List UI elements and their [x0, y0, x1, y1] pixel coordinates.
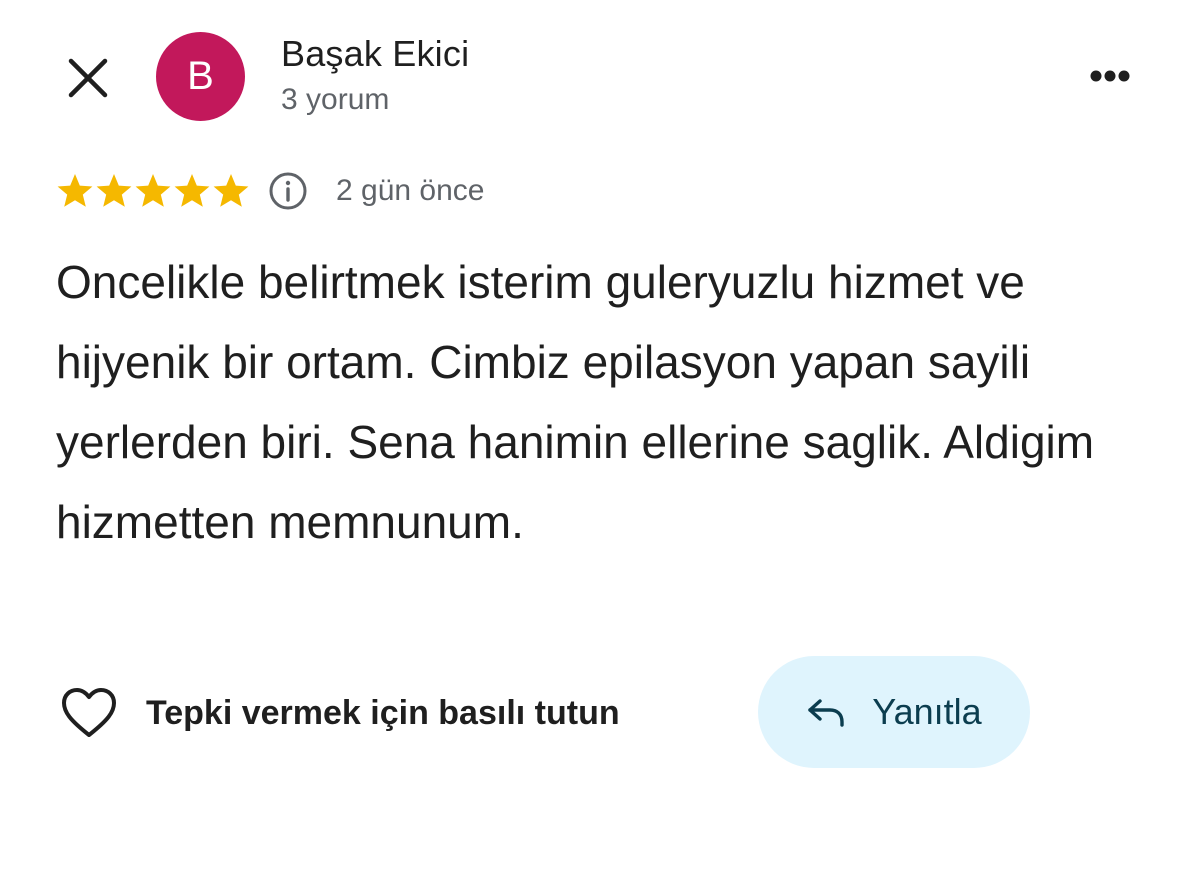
avatar[interactable]: B [156, 32, 245, 121]
rating-row: 2 gün önce [56, 166, 484, 216]
react-button[interactable]: Tepki vermek için basılı tutun [60, 683, 620, 743]
star-icon [96, 174, 132, 207]
info-icon[interactable] [268, 171, 308, 211]
star-icon [135, 174, 171, 207]
react-label: Tepki vermek için basılı tutun [146, 693, 620, 732]
close-button[interactable] [62, 52, 114, 104]
star-icon [213, 174, 249, 207]
review-date: 2 gün önce [336, 174, 485, 207]
review-text: Oncelikle belirtmek isterim guleryuzlu h… [56, 256, 1095, 548]
heart-icon [62, 688, 116, 737]
author-name[interactable]: Başak Ekici [281, 33, 469, 75]
avatar-letter: B [187, 54, 214, 98]
reply-arrow-icon [808, 699, 844, 727]
star-icon [57, 174, 93, 207]
author-review-count: 3 yorum [281, 83, 390, 116]
reply-button[interactable]: Yanıtla [758, 656, 1030, 768]
close-icon [68, 58, 108, 98]
review-detail-page: B Başak Ekici 3 yorum 2 gün önce Oncelik… [0, 0, 1200, 872]
more-horizontal-icon [1090, 70, 1130, 82]
star-icon [174, 174, 210, 207]
more-options-button[interactable] [1082, 60, 1138, 92]
star-rating [56, 172, 250, 210]
reply-label: Yanıtla [872, 691, 982, 732]
